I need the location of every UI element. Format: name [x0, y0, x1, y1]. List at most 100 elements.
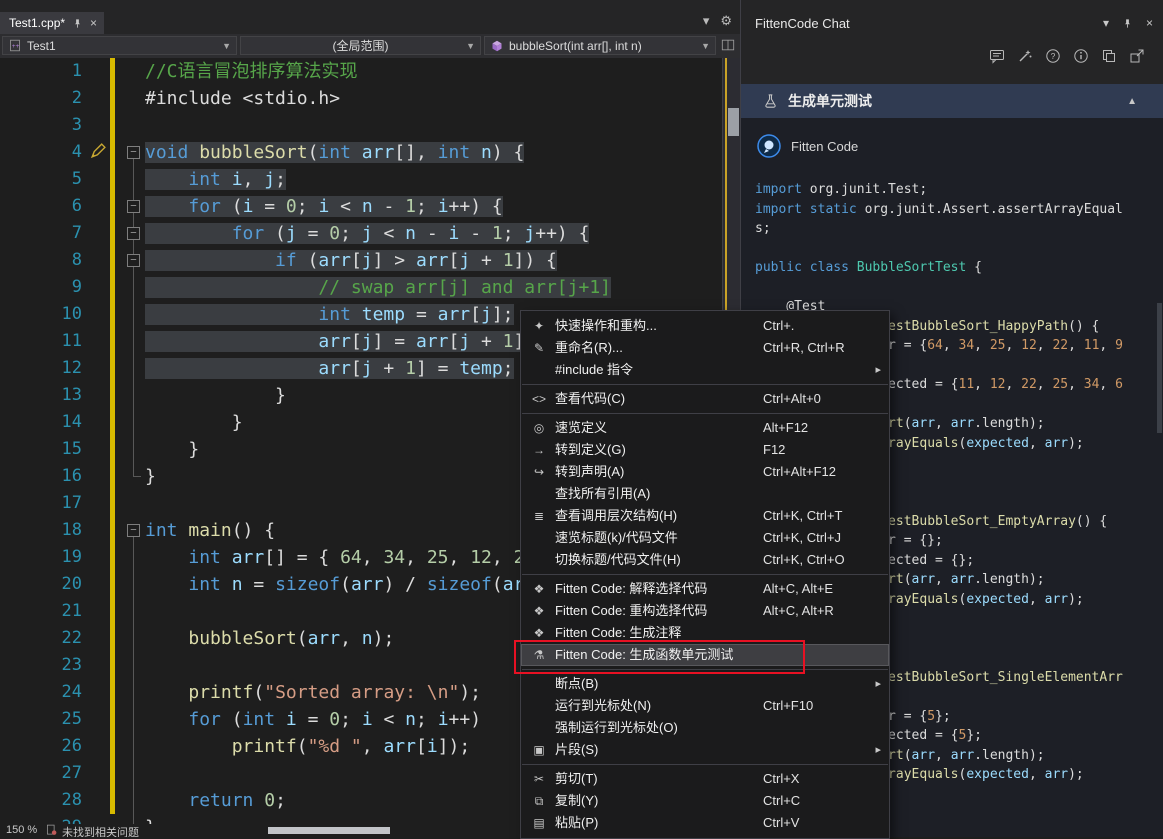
menu-item-shortcut: Ctrl+F10 — [763, 698, 814, 713]
tab-list-chevron-icon[interactable]: ▾ — [703, 13, 710, 29]
line-number[interactable]: 18 — [0, 517, 90, 544]
menu-item[interactable]: ↪ 转到声明(A) Ctrl+Alt+F12 — [521, 461, 889, 483]
chat-icon[interactable] — [989, 48, 1005, 64]
scope-dropdown[interactable]: (全局范围) ▼ — [240, 36, 481, 55]
line-number[interactable]: 15 — [0, 436, 90, 463]
line-number[interactable]: 1 — [0, 58, 90, 85]
line-number[interactable]: 21 — [0, 598, 90, 625]
line-number[interactable]: 25 — [0, 706, 90, 733]
line-number[interactable]: 9 — [0, 274, 90, 301]
pin-icon[interactable] — [1122, 18, 1133, 29]
section-header-unit-test[interactable]: 生成单元测试 ▲ — [741, 84, 1163, 118]
scrollbar-thumb[interactable] — [728, 108, 739, 136]
line-number[interactable]: 8 — [0, 247, 90, 274]
collapse-caret-icon[interactable]: ▲ — [1127, 96, 1137, 107]
submenu-arrow-icon: ▸ — [875, 744, 881, 756]
menu-item[interactable]: ◎ 速览定义 Alt+F12 — [521, 417, 889, 439]
line-number[interactable]: 7 — [0, 220, 90, 247]
menu-item[interactable]: ❖ Fitten Code: 解释选择代码 Alt+C, Alt+E — [521, 578, 889, 600]
menu-item[interactable]: → 转到定义(G) F12 — [521, 439, 889, 461]
menu-item[interactable]: 强制运行到光标处(O) — [521, 717, 889, 739]
line-number[interactable]: 23 — [0, 652, 90, 679]
menu-item[interactable]: ❖ Fitten Code: 重构选择代码 Alt+C, Alt+R — [521, 600, 889, 622]
fold-margin[interactable]: – – – – – — [127, 58, 143, 837]
gotodecl-icon: ↪ — [533, 465, 545, 479]
code-line[interactable]: for (j = 0; j < n - i - 1; j++) { — [145, 220, 655, 247]
document-health-icon[interactable] — [46, 824, 57, 836]
chat-toolbar: ? — [989, 48, 1145, 64]
fold-toggle[interactable]: – — [127, 227, 140, 240]
code-line[interactable]: int i, j; — [145, 166, 655, 193]
line-number-gutter[interactable]: 1 2 3 4 5 6 7 8 9 10 11 12 13 14 15 16 17 18 19 20 21 22 23 24 2… — [0, 58, 90, 837]
line-number[interactable]: 28 — [0, 787, 90, 814]
line-number[interactable]: 20 — [0, 571, 90, 598]
code-line[interactable]: #include <stdio.h> — [145, 85, 655, 112]
member-dropdown[interactable]: bubbleSort(int arr[], int n) ▼ — [484, 36, 716, 55]
menu-item[interactable]: 断点(B) ▸ — [521, 673, 889, 695]
line-number[interactable]: 13 — [0, 382, 90, 409]
menu-item[interactable]: ▤ 粘贴(P) Ctrl+V — [521, 812, 889, 834]
magic-wand-icon[interactable] — [1017, 48, 1033, 64]
line-number[interactable]: 6 — [0, 193, 90, 220]
line-number[interactable]: 24 — [0, 679, 90, 706]
panel-scrollbar-thumb[interactable] — [1157, 303, 1162, 433]
close-icon[interactable]: × — [90, 17, 97, 29]
menu-item[interactable]: ▣ 片段(S) ▸ — [521, 739, 889, 761]
help-icon[interactable]: ? — [1045, 48, 1061, 64]
code-line[interactable]: void bubbleSort(int arr[], int n) { — [145, 139, 655, 166]
line-number[interactable]: 5 — [0, 166, 90, 193]
code-line[interactable]: for (i = 0; i < n - 1; i++) { — [145, 193, 655, 220]
close-icon[interactable]: × — [1146, 16, 1153, 30]
line-number[interactable]: 26 — [0, 733, 90, 760]
gear-icon[interactable]: ⚙ — [720, 13, 732, 29]
copy-icon[interactable] — [1101, 48, 1117, 64]
zoom-level[interactable]: 150 % — [6, 824, 37, 836]
code-line[interactable]: // swap arr[j] and arr[j+1] — [145, 274, 655, 301]
code-line[interactable]: //C语言冒泡排序算法实现 — [145, 58, 655, 85]
menu-item-shortcut: Ctrl+K, Ctrl+O — [763, 552, 845, 567]
panel-window-controls: ▾ × — [1103, 16, 1153, 30]
line-number[interactable]: 27 — [0, 760, 90, 787]
line-number[interactable]: 11 — [0, 328, 90, 355]
export-icon[interactable] — [1129, 48, 1145, 64]
menu-item[interactable]: <> 查看代码(C) Ctrl+Alt+0 — [521, 388, 889, 410]
fold-toggle[interactable]: – — [127, 146, 140, 159]
code-line[interactable] — [145, 112, 655, 139]
menu-item[interactable]: #include 指令 ▸ — [521, 359, 889, 381]
line-number[interactable]: 17 — [0, 490, 90, 517]
line-number[interactable]: 12 — [0, 355, 90, 382]
fold-toggle[interactable]: – — [127, 200, 140, 213]
line-number[interactable]: 22 — [0, 625, 90, 652]
assistant-name: Fitten Code — [791, 138, 859, 154]
tab-test1-cpp[interactable]: Test1.cpp* × — [0, 12, 105, 34]
menu-item[interactable]: ⧉ 复制(Y) Ctrl+C — [521, 790, 889, 812]
menu-item[interactable]: ✎ 重命名(R)... Ctrl+R, Ctrl+R — [521, 337, 889, 359]
menu-item[interactable]: ≣ 查看调用层次结构(H) Ctrl+K, Ctrl+T — [521, 505, 889, 527]
line-number[interactable]: 19 — [0, 544, 90, 571]
line-number[interactable]: 10 — [0, 301, 90, 328]
horizontal-scrollbar-thumb[interactable] — [268, 827, 390, 834]
info-icon[interactable] — [1073, 48, 1089, 64]
line-number[interactable]: 3 — [0, 112, 90, 139]
split-window-icon[interactable] — [721, 38, 735, 52]
line-number[interactable]: 14 — [0, 409, 90, 436]
menu-item[interactable]: ✦ 快速操作和重构... Ctrl+. — [521, 315, 889, 337]
menu-item[interactable]: 运行到光标处(N) Ctrl+F10 — [521, 695, 889, 717]
code-line[interactable]: if (arr[j] > arr[j + 1]) { — [145, 247, 655, 274]
assistant-row: Fitten Code — [757, 134, 858, 158]
menu-item[interactable]: ✂ 剪切(T) Ctrl+X — [521, 768, 889, 790]
menu-item-label: 查看调用层次结构(H) — [555, 508, 678, 523]
menu-item[interactable]: 切换标题/代码文件(H) Ctrl+K, Ctrl+O — [521, 549, 889, 571]
chevron-down-icon[interactable]: ▾ — [1103, 16, 1109, 30]
menu-item-label: 查看代码(C) — [555, 391, 626, 406]
line-number[interactable]: 4 — [0, 139, 90, 166]
project-dropdown[interactable]: ++ Test1 ▼ — [2, 36, 237, 55]
line-number[interactable]: 2 — [0, 85, 90, 112]
fold-toggle[interactable]: – — [127, 254, 140, 267]
fold-toggle[interactable]: – — [127, 524, 140, 537]
menu-item[interactable]: 速览标题(k)/代码文件 Ctrl+K, Ctrl+J — [521, 527, 889, 549]
pin-icon[interactable] — [72, 18, 83, 29]
document-health-text[interactable]: 未找到相关问题 — [62, 824, 139, 837]
menu-item[interactable]: 查找所有引用(A) — [521, 483, 889, 505]
line-number[interactable]: 16 — [0, 463, 90, 490]
